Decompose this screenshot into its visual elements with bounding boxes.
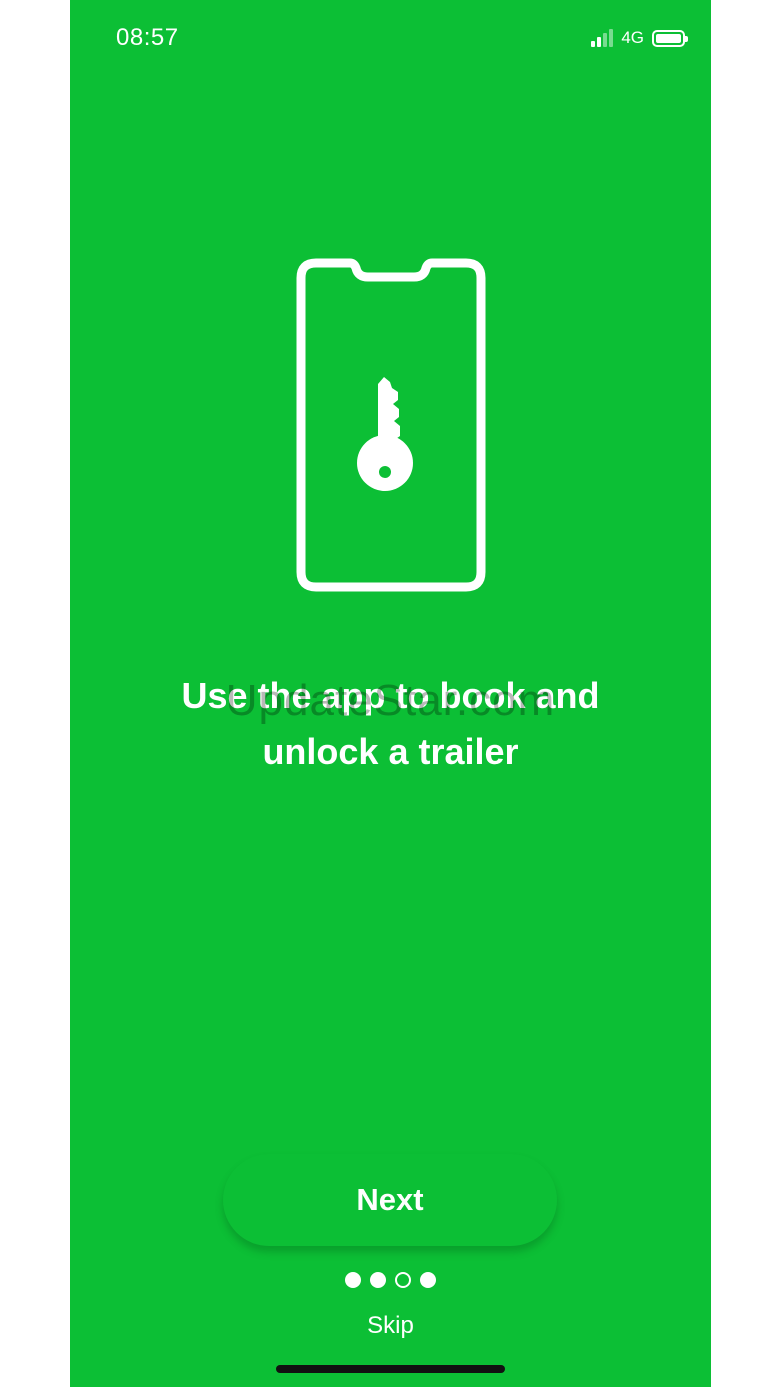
network-label: 4G bbox=[621, 28, 644, 47]
page-indicator bbox=[70, 1272, 711, 1288]
skip-link[interactable]: Skip bbox=[70, 1312, 711, 1340]
onboarding-screen: 08:57 4G Use the app to book and unlock a… bbox=[70, 0, 711, 1387]
page-dot-2[interactable] bbox=[370, 1272, 386, 1288]
status-time: 08:57 bbox=[116, 24, 179, 51]
signal-icon bbox=[591, 29, 614, 47]
battery-icon bbox=[652, 29, 688, 47]
key-icon bbox=[357, 377, 413, 491]
phone-with-key-icon bbox=[296, 258, 486, 592]
home-indicator bbox=[276, 1365, 505, 1373]
battery-level bbox=[656, 33, 681, 43]
next-button[interactable]: Next bbox=[223, 1154, 557, 1246]
page-dot-4[interactable] bbox=[420, 1272, 436, 1288]
onboarding-headline: Use the app to book and unlock a trailer bbox=[181, 675, 600, 772]
page-dot-3[interactable] bbox=[395, 1272, 411, 1288]
page-dot-1[interactable] bbox=[345, 1272, 361, 1288]
status-indicators: 4G bbox=[591, 28, 688, 48]
